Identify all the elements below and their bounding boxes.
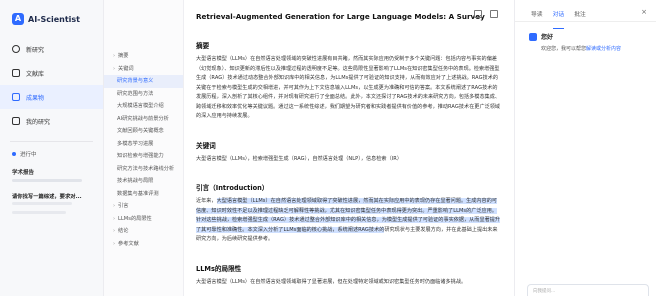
- recent-task-placeholder: [12, 211, 66, 214]
- document-title: Retrieval-Augmented Generation for Large…: [196, 12, 485, 21]
- assistant-tabs: 导读 对话 批注: [515, 0, 656, 29]
- main-nav: 新研究 文献库 成果物 我的研究: [0, 37, 103, 133]
- brand-logo-icon: A: [12, 13, 24, 25]
- outline-label: 研究范围与方法: [117, 90, 154, 97]
- outline-label: 数据集与基准评测: [117, 190, 159, 197]
- close-icon[interactable]: ×: [641, 8, 647, 16]
- assistant-message-header: 您好: [529, 32, 656, 41]
- outline-item[interactable]: › 结论: [104, 225, 183, 238]
- outline-label: 研究背景与意义: [117, 78, 154, 84]
- outline-item[interactable]: AI研究挑战与前景分析: [104, 113, 183, 126]
- chat-area: 您好 欢迎您，我可以帮您解读或分析内容: [515, 22, 656, 52]
- outline-item[interactable]: 文献回顾与关键概念: [104, 125, 183, 138]
- library-icon: [12, 69, 20, 77]
- assistant-message-link[interactable]: 解读或分析内容: [586, 46, 621, 52]
- outline-label: 多模态学习进展: [117, 140, 154, 147]
- outline-item[interactable]: 知识检索与增强能力: [104, 150, 183, 163]
- assistant-bot-icon: [529, 32, 537, 41]
- nav-label: 我的研究: [26, 118, 51, 126]
- limitations-text: 大型语言模型（LLMs）在自然语言处理领域取得了显著进展，但在处理特定领域或知识…: [196, 278, 467, 285]
- intro-text-start: 近年来，: [196, 198, 217, 204]
- nav-item-library[interactable]: 文献库: [0, 61, 103, 85]
- divider: [10, 141, 93, 142]
- intro-text: 近年来，大型语言模型（LLMs）在自然语言处理领域取得了突破性进展，然而其在实际…: [196, 197, 502, 245]
- brand[interactable]: A AI-Scientist: [0, 0, 103, 25]
- assistant-panel: 导读 对话 批注 × 您好 欢迎您，我可以帮您解读或分析内容 向我提问...: [514, 0, 656, 296]
- folder-icon: [12, 117, 20, 125]
- export-icon[interactable]: [474, 10, 482, 18]
- assistant-message-text: 欢迎您，我可以帮您: [541, 46, 587, 52]
- recent-task-placeholder: [12, 179, 82, 182]
- section-heading-abstract: 摘要: [196, 42, 210, 50]
- outline-label: 结论: [118, 228, 129, 234]
- recent-task-title[interactable]: 学术报告: [12, 168, 103, 176]
- outline-label: 摘要: [118, 53, 129, 59]
- outline-item[interactable]: › LLMs的局限性: [104, 213, 183, 226]
- outline-item[interactable]: › 引言: [104, 200, 183, 213]
- outline-label: 大规模语言模型介绍: [117, 103, 164, 109]
- progress-dot-icon: [12, 152, 16, 156]
- progress-status: 进行中: [0, 150, 103, 158]
- outline-item[interactable]: 研究范围与方法: [104, 88, 183, 101]
- copy-icon[interactable]: [490, 10, 498, 18]
- section-heading-intro: 引言（Introduction）: [196, 184, 269, 192]
- document-view: Retrieval-Augmented Generation for Large…: [184, 0, 514, 296]
- progress-label: 进行中: [20, 152, 37, 158]
- outline-item[interactable]: › 摘要: [104, 50, 183, 63]
- nav-label: 文献库: [26, 70, 45, 78]
- outline-item[interactable]: 研究方法与技术路线分析: [104, 163, 183, 176]
- document-outline: › 摘要 › 关键词 研究背景与意义 研究范围与方法 大规模语言模型介绍 AI研究挑…: [104, 0, 184, 296]
- outline-label: 技术挑战与局限: [117, 178, 154, 184]
- keywords-text: 大型语言模型（LLMs），检索增强型生成（RAG），自然语言处理（NLP），信息…: [196, 155, 402, 162]
- outline-label: 参考文献: [118, 240, 139, 247]
- tab-chat[interactable]: 对话: [552, 9, 564, 29]
- left-sidebar: A AI-Scientist 新研究 文献库 成果物 我的研究 进行中 学术报告…: [0, 0, 104, 296]
- nav-item-artifacts[interactable]: 成果物: [0, 85, 103, 109]
- nav-label: 成果物: [26, 94, 45, 102]
- outline-label: 研究方法与技术路线分析: [117, 165, 175, 172]
- nav-label: 新研究: [26, 46, 45, 54]
- nav-item-new-research[interactable]: 新研究: [0, 37, 103, 61]
- section-heading-keywords: 关键词: [196, 141, 216, 150]
- abstract-text: 大型语言模型（LLMs）在自然语言处理领域的突破性进展有目共睹，然而其实际应用仍…: [196, 56, 501, 119]
- outline-item[interactable]: 数据集与基准评测: [104, 188, 183, 201]
- nav-item-my-research[interactable]: 我的研究: [0, 109, 103, 133]
- assistant-greeting: 您好: [541, 34, 554, 41]
- recent-task-item[interactable]: 请你找写一篇综述，要求对...: [12, 192, 103, 200]
- section-heading-limitations: LLMs的局限性: [196, 264, 242, 273]
- tab-annotations[interactable]: 批注: [574, 9, 586, 21]
- outline-item[interactable]: › 参考文献: [104, 238, 183, 251]
- outline-item[interactable]: › 关键词: [104, 63, 183, 76]
- outline-label: LLMs的局限性: [118, 215, 152, 222]
- outline-label: 文献回顾与关键概念: [117, 128, 164, 134]
- outline-item[interactable]: 多模态学习进展: [104, 138, 183, 151]
- tab-guide[interactable]: 导读: [531, 9, 543, 21]
- outline-label: 知识检索与增强能力: [117, 153, 164, 159]
- document-toolbar: [474, 10, 498, 18]
- plus-circle-icon: [12, 45, 20, 53]
- outline-item[interactable]: 技术挑战与局限: [104, 175, 183, 188]
- outline-label: AI研究挑战与前景分析: [117, 115, 169, 122]
- chat-input[interactable]: 向我提问...: [527, 284, 649, 296]
- assistant-message: 欢迎您，我可以帮您解读或分析内容: [541, 45, 656, 52]
- recent-task-placeholder: [12, 202, 72, 205]
- outline-label: 关键词: [118, 65, 134, 72]
- outline-item[interactable]: 大规模语言模型介绍: [104, 100, 183, 113]
- outline-item[interactable]: 研究背景与意义: [104, 75, 183, 88]
- artifact-icon: [12, 93, 20, 101]
- outline-label: 引言: [118, 203, 129, 209]
- brand-name: AI-Scientist: [28, 14, 81, 24]
